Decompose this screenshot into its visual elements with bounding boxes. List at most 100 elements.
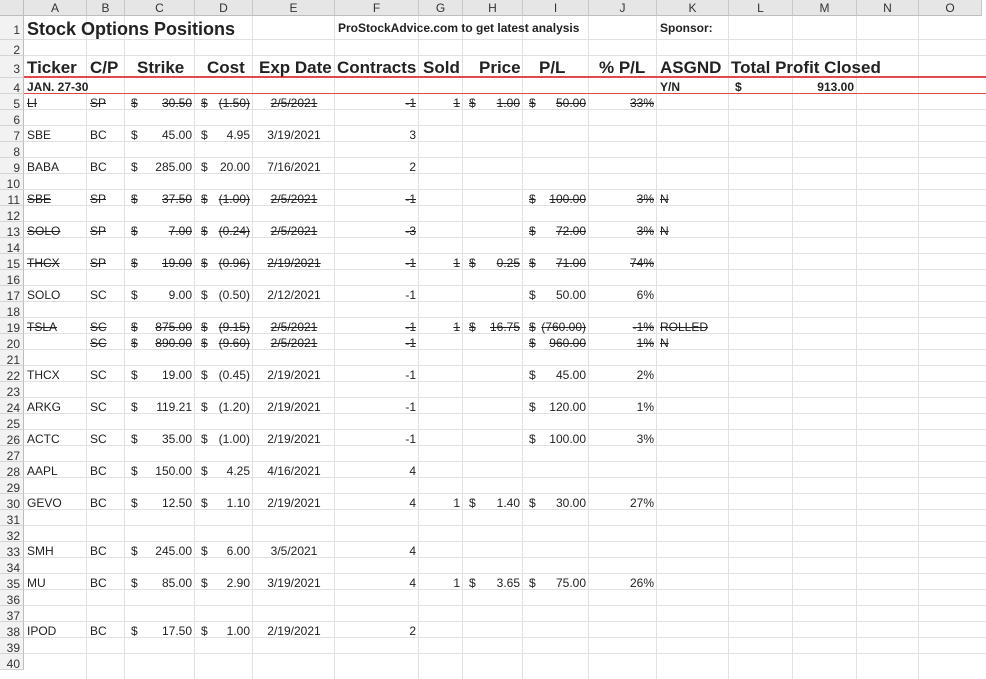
cell-ticker[interactable]: AAPL [27, 463, 84, 479]
row-header-40[interactable]: 40 [0, 654, 24, 671]
cell-price[interactable] [466, 463, 520, 479]
row-header-12[interactable]: 12 [0, 206, 24, 223]
cell-strike[interactable]: 37.50 [128, 191, 192, 207]
cell-ticker[interactable]: SBE [27, 127, 84, 143]
cell-strike[interactable]: 12.50 [128, 495, 192, 511]
cell-sold[interactable] [422, 431, 460, 447]
cell-pct-pl[interactable]: 3% [592, 431, 654, 447]
cell-price[interactable]: 16.75 [466, 319, 520, 335]
cell-asgnd[interactable] [660, 127, 744, 143]
cell-price[interactable]: 3.65 [466, 575, 520, 591]
cell-pct-pl[interactable] [592, 543, 654, 559]
row-header-38[interactable]: 38 [0, 622, 24, 639]
cell-cp[interactable]: BC [90, 543, 122, 559]
cell-cp[interactable]: BC [90, 575, 122, 591]
cell-pl[interactable] [526, 623, 586, 639]
cell-ticker[interactable]: SOLO [27, 223, 84, 239]
cell-strike[interactable]: 35.00 [128, 431, 192, 447]
cell-strike[interactable]: 7.00 [128, 223, 192, 239]
column-header-b[interactable]: B [87, 0, 125, 16]
column-header-g[interactable]: G [419, 0, 463, 16]
column-header-m[interactable]: M [793, 0, 857, 16]
cell-pct-pl[interactable] [592, 623, 654, 639]
cell-exp-date[interactable]: 2/19/2021 [256, 623, 332, 639]
row-header-32[interactable]: 32 [0, 526, 24, 543]
cell-contracts[interactable]: 3 [338, 127, 416, 143]
cell-ticker[interactable]: SMH [27, 543, 84, 559]
cell-cost[interactable]: (0.96) [198, 255, 250, 271]
row-header-2[interactable]: 2 [0, 40, 24, 57]
cell-pl[interactable]: 960.00 [526, 335, 586, 351]
row-header-11[interactable]: 11 [0, 190, 24, 207]
cell-asgnd[interactable] [660, 255, 744, 271]
cell-price[interactable] [466, 191, 520, 207]
column-header-f[interactable]: F [335, 0, 419, 16]
cell-pct-pl[interactable]: 6% [592, 287, 654, 303]
cell-exp-date[interactable]: 7/16/2021 [256, 159, 332, 175]
row-header-30[interactable]: 30 [0, 494, 24, 511]
row-header-31[interactable]: 31 [0, 510, 24, 527]
cell-cp[interactable]: SC [90, 319, 122, 335]
row-header-16[interactable]: 16 [0, 270, 24, 287]
row-header-26[interactable]: 26 [0, 430, 24, 447]
cell-strike[interactable]: 19.00 [128, 255, 192, 271]
header-pct-pl[interactable]: % P/L [599, 57, 653, 79]
row-header-27[interactable]: 27 [0, 446, 24, 463]
cell-pct-pl[interactable]: 3% [592, 191, 654, 207]
cell-cp[interactable]: SC [90, 367, 122, 383]
cell-exp-date[interactable]: 2/5/2021 [256, 95, 332, 111]
cell-pct-pl[interactable]: 1% [592, 335, 654, 351]
row-header-25[interactable]: 25 [0, 414, 24, 431]
cell-pl[interactable]: 50.00 [526, 95, 586, 111]
row-header-6[interactable]: 6 [0, 110, 24, 127]
cell-asgnd[interactable] [660, 367, 744, 383]
cell-sold[interactable] [422, 463, 460, 479]
cell-asgnd[interactable] [660, 543, 744, 559]
cell-pl[interactable] [526, 127, 586, 143]
cell-asgnd[interactable] [660, 431, 744, 447]
row-header-37[interactable]: 37 [0, 606, 24, 623]
row-header-8[interactable]: 8 [0, 142, 24, 159]
row-header-7[interactable]: 7 [0, 126, 24, 143]
cell-price[interactable] [466, 623, 520, 639]
row-header-24[interactable]: 24 [0, 398, 24, 415]
cell-asgnd[interactable] [660, 575, 744, 591]
yn-label[interactable]: Y/N [660, 79, 714, 95]
cell-cost[interactable]: (1.00) [198, 431, 250, 447]
cell-exp-date[interactable]: 3/19/2021 [256, 127, 332, 143]
cell-ticker[interactable]: ACTC [27, 431, 84, 447]
cell-cp[interactable]: SC [90, 431, 122, 447]
column-header-a[interactable]: A [24, 0, 87, 16]
cell-price[interactable]: 0.25 [466, 255, 520, 271]
cell-cost[interactable]: 2.90 [198, 575, 250, 591]
cell-asgnd[interactable] [660, 287, 744, 303]
cell-pl[interactable]: 50.00 [526, 287, 586, 303]
cell-pl[interactable]: (760.00) [526, 319, 586, 335]
analysis-link[interactable]: ProStockAdvice.com to get latest analysi… [338, 20, 632, 36]
cell-contracts[interactable]: -1 [338, 191, 416, 207]
cell-cp[interactable]: BC [90, 127, 122, 143]
cell-contracts[interactable]: 4 [338, 463, 416, 479]
cell-strike[interactable]: 19.00 [128, 367, 192, 383]
cell-cp[interactable]: SC [90, 287, 122, 303]
cell-contracts[interactable]: -1 [338, 287, 416, 303]
cell-price[interactable]: 1.40 [466, 495, 520, 511]
row-header-5[interactable]: 5 [0, 94, 24, 111]
column-header-o[interactable]: O [919, 0, 982, 16]
row-header-3[interactable]: 3 [0, 56, 24, 78]
row-header-36[interactable]: 36 [0, 590, 24, 607]
header-exp-date[interactable]: Exp Date [259, 57, 343, 79]
cell-exp-date[interactable]: 3/19/2021 [256, 575, 332, 591]
cell-pct-pl[interactable]: -1% [592, 319, 654, 335]
cell-strike[interactable]: 245.00 [128, 543, 192, 559]
cell-strike[interactable]: 85.00 [128, 575, 192, 591]
header-contracts[interactable]: Contracts [337, 57, 417, 79]
cell-sold[interactable] [422, 543, 460, 559]
cell-contracts[interactable]: -1 [338, 431, 416, 447]
cell-cp[interactable]: SP [90, 223, 122, 239]
cell-contracts[interactable]: -1 [338, 95, 416, 111]
cell-pct-pl[interactable]: 26% [592, 575, 654, 591]
cell-contracts[interactable]: -1 [338, 319, 416, 335]
cell-cost[interactable]: 4.25 [198, 463, 250, 479]
cell-cost[interactable]: (1.50) [198, 95, 250, 111]
